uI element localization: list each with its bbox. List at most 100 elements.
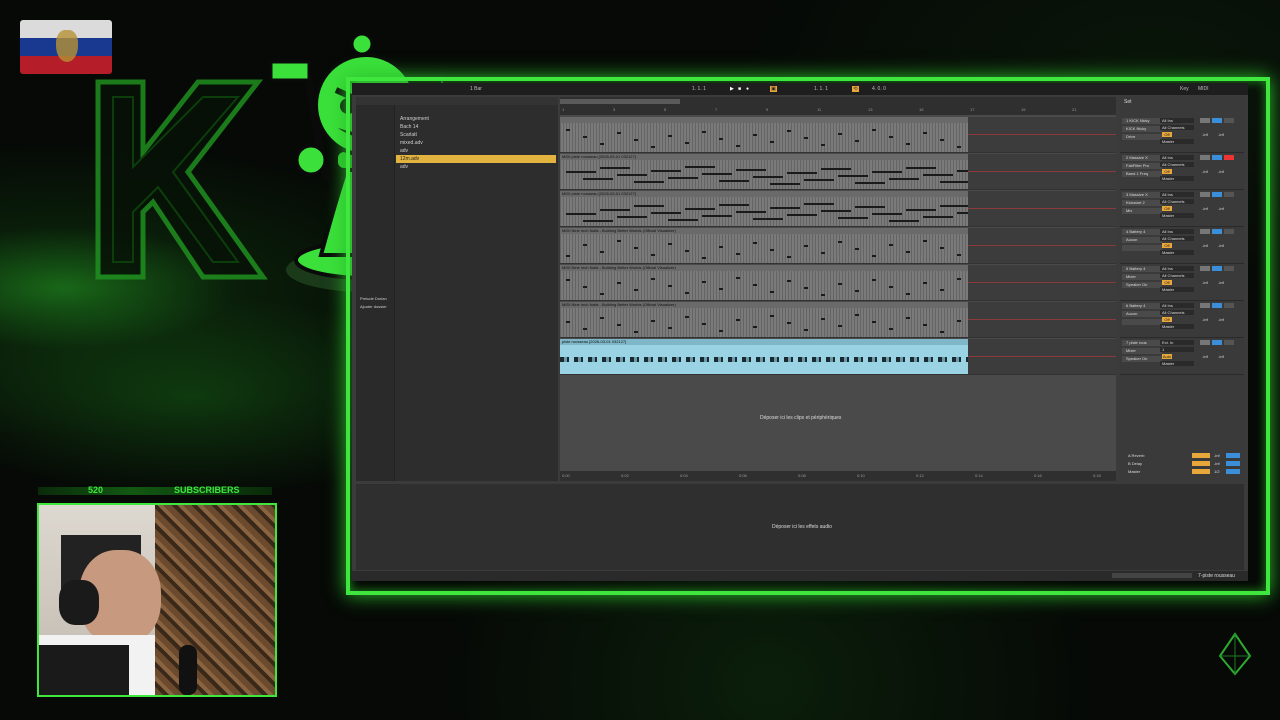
arrangement-clip[interactable]: MIDI Nine Inch Nails - Building Better W… <box>560 265 970 301</box>
input-channel-select[interactable]: 1 <box>1160 347 1194 352</box>
volume-meter[interactable] <box>1200 118 1210 123</box>
device-select[interactable]: KICK Nicky <box>1122 126 1162 132</box>
input-type-select[interactable]: All Ins <box>1160 229 1194 234</box>
track-activator-button[interactable] <box>1212 118 1222 123</box>
browser-item[interactable]: adv <box>396 147 556 155</box>
mixer-track-row[interactable]: 5 Battery 4 All Ins Mixer All Channels Speak… <box>1120 265 1244 301</box>
device-param[interactable]: Band 1 Freq <box>1122 171 1162 177</box>
volume-meter[interactable] <box>1200 229 1210 234</box>
output-select[interactable]: Master <box>1160 324 1194 329</box>
loop-start[interactable]: 1. 1. 1 <box>814 86 828 92</box>
track-name[interactable]: 7 piste rous <box>1122 340 1162 346</box>
input-type-select[interactable]: All Ins <box>1160 118 1194 123</box>
return-track-row[interactable]: Master 1/2 <box>1122 469 1242 476</box>
arm-button[interactable] <box>1224 118 1234 123</box>
volume-meter[interactable] <box>1200 155 1210 160</box>
input-channel-select[interactable]: All Channels <box>1160 162 1194 167</box>
return-track-row[interactable]: B Delay -inf <box>1122 461 1242 468</box>
monitor-button[interactable]: Auto <box>1162 354 1172 359</box>
output-select[interactable]: Master <box>1160 139 1194 144</box>
arm-button[interactable] <box>1224 192 1234 197</box>
mixer-track-row[interactable]: 6 Battery 4 All Ins Aucun All Channels Off Ma… <box>1120 302 1244 338</box>
arm-button[interactable] <box>1224 303 1234 308</box>
monitor-button[interactable]: Off <box>1162 132 1172 137</box>
browser-item[interactable]: 12m.adv <box>396 155 556 163</box>
device-param[interactable]: Mix <box>1122 208 1162 214</box>
arrangement-clip[interactable]: MIDI Nine Inch Nails - Building Better W… <box>560 302 970 338</box>
browser-search-bar[interactable] <box>356 97 558 105</box>
mixer-track-row[interactable]: 1 KICK Nicky All Ins KICK Nicky All Channel… <box>1120 117 1244 153</box>
input-channel-select[interactable]: All Channels <box>1160 125 1194 130</box>
record-button-icon[interactable]: ● <box>746 86 749 92</box>
mixer-track-row[interactable]: 2 Massive X All Ins FabFilter Pro All Chann… <box>1120 154 1244 190</box>
input-channel-select[interactable]: All Channels <box>1160 273 1194 278</box>
arrangement-clip[interactable]: MIDI Nine Inch Nails - Building Better W… <box>560 228 970 264</box>
empty-track-lane[interactable] <box>968 117 1116 153</box>
track-name[interactable]: 5 Battery 4 <box>1122 266 1162 272</box>
output-select[interactable]: Master <box>1160 361 1194 366</box>
monitor-button[interactable]: Off <box>1162 169 1172 174</box>
device-param[interactable]: Speaker On <box>1122 356 1162 362</box>
mixer-track-row[interactable]: 7 piste rous Ext. In Mixer 1 Speaker On Auto M… <box>1120 339 1244 375</box>
arm-button[interactable] <box>1224 266 1234 271</box>
track-name[interactable]: 4 Battery 4 <box>1122 229 1162 235</box>
device-param[interactable] <box>1122 319 1162 325</box>
device-view[interactable]: Déposer ici les effets audio <box>356 484 1244 570</box>
device-param[interactable] <box>1122 245 1162 251</box>
input-type-select[interactable]: All Ins <box>1160 155 1194 160</box>
browser-bottom-item[interactable]: Prelude Dorian <box>356 295 396 303</box>
song-position[interactable]: 1. 1. 1 <box>692 86 706 92</box>
arm-button[interactable] <box>1224 229 1234 234</box>
loop-length[interactable]: 4. 0. 0 <box>872 86 886 92</box>
return-name[interactable]: A Reverb <box>1128 453 1144 458</box>
output-select[interactable]: Master <box>1160 287 1194 292</box>
input-channel-select[interactable]: All Channels <box>1160 199 1194 204</box>
track-name[interactable]: 1 KICK Nicky <box>1122 118 1162 124</box>
output-select[interactable]: Master <box>1160 250 1194 255</box>
device-select[interactable]: Mixer <box>1122 348 1162 354</box>
empty-track-lane[interactable] <box>968 191 1116 227</box>
monitor-button[interactable]: Off <box>1162 206 1172 211</box>
arrangement-clip[interactable]: MIDI piste rousseau [2026-03-01 032127] <box>560 191 987 227</box>
device-select[interactable]: Mixer <box>1122 274 1162 280</box>
input-channel-select[interactable]: All Channels <box>1160 236 1194 241</box>
output-select[interactable]: Master <box>1160 176 1194 181</box>
monitor-button[interactable]: Off <box>1162 317 1172 322</box>
volume-meter[interactable] <box>1200 192 1210 197</box>
input-type-select[interactable]: Ext. In <box>1160 340 1194 345</box>
device-param[interactable]: Speaker On <box>1122 282 1162 288</box>
volume-meter[interactable] <box>1200 340 1210 345</box>
empty-track-lane[interactable] <box>968 339 1116 375</box>
output-select[interactable]: Master <box>1160 213 1194 218</box>
track-activator-button[interactable] <box>1212 340 1222 345</box>
arm-button[interactable] <box>1224 155 1234 160</box>
add-folder-item[interactable]: Ajouter dossier <box>356 303 396 311</box>
track-activator-button[interactable] <box>1212 229 1222 234</box>
device-select[interactable]: FabFilter Pro <box>1122 163 1162 169</box>
monitor-button[interactable]: Off <box>1162 243 1172 248</box>
input-channel-select[interactable]: All Channels <box>1160 310 1194 315</box>
scroll-bar[interactable] <box>1112 573 1192 578</box>
empty-track-lane[interactable] <box>968 302 1116 338</box>
monitor-button[interactable]: Off <box>1162 280 1172 285</box>
return-name[interactable]: B Delay <box>1128 461 1142 466</box>
quantize-select[interactable]: 1 Bar <box>470 86 482 92</box>
arrangement-ruler[interactable]: 1 3 5 7 9 11 13 15 17 19 21 <box>560 97 1116 115</box>
empty-track-lane[interactable] <box>968 154 1116 190</box>
empty-track-lane[interactable] <box>968 228 1116 264</box>
browser-item[interactable]: Bach 14 <box>396 123 556 131</box>
arrangement-clip[interactable]: MIDI piste rousseau [2026-03-01 032127] <box>560 154 987 190</box>
return-name[interactable]: Master <box>1128 469 1140 474</box>
volume-meter[interactable] <box>1200 303 1210 308</box>
browser-item[interactable]: Arrangement <box>396 115 556 123</box>
arm-button[interactable] <box>1224 340 1234 345</box>
browser-item[interactable]: mixed.adv <box>396 139 556 147</box>
input-type-select[interactable]: All Ins <box>1160 266 1194 271</box>
device-select[interactable]: Kickstart 2 <box>1122 200 1162 206</box>
track-activator-button[interactable] <box>1212 155 1222 160</box>
track-activator-button[interactable] <box>1212 192 1222 197</box>
midi-map-button[interactable]: MIDI <box>1198 86 1209 92</box>
device-select[interactable]: Aucun <box>1122 311 1162 317</box>
input-type-select[interactable]: All Ins <box>1160 303 1194 308</box>
mixer-track-row[interactable]: 4 Battery 4 All Ins Aucun All Channels Off Ma… <box>1120 228 1244 264</box>
